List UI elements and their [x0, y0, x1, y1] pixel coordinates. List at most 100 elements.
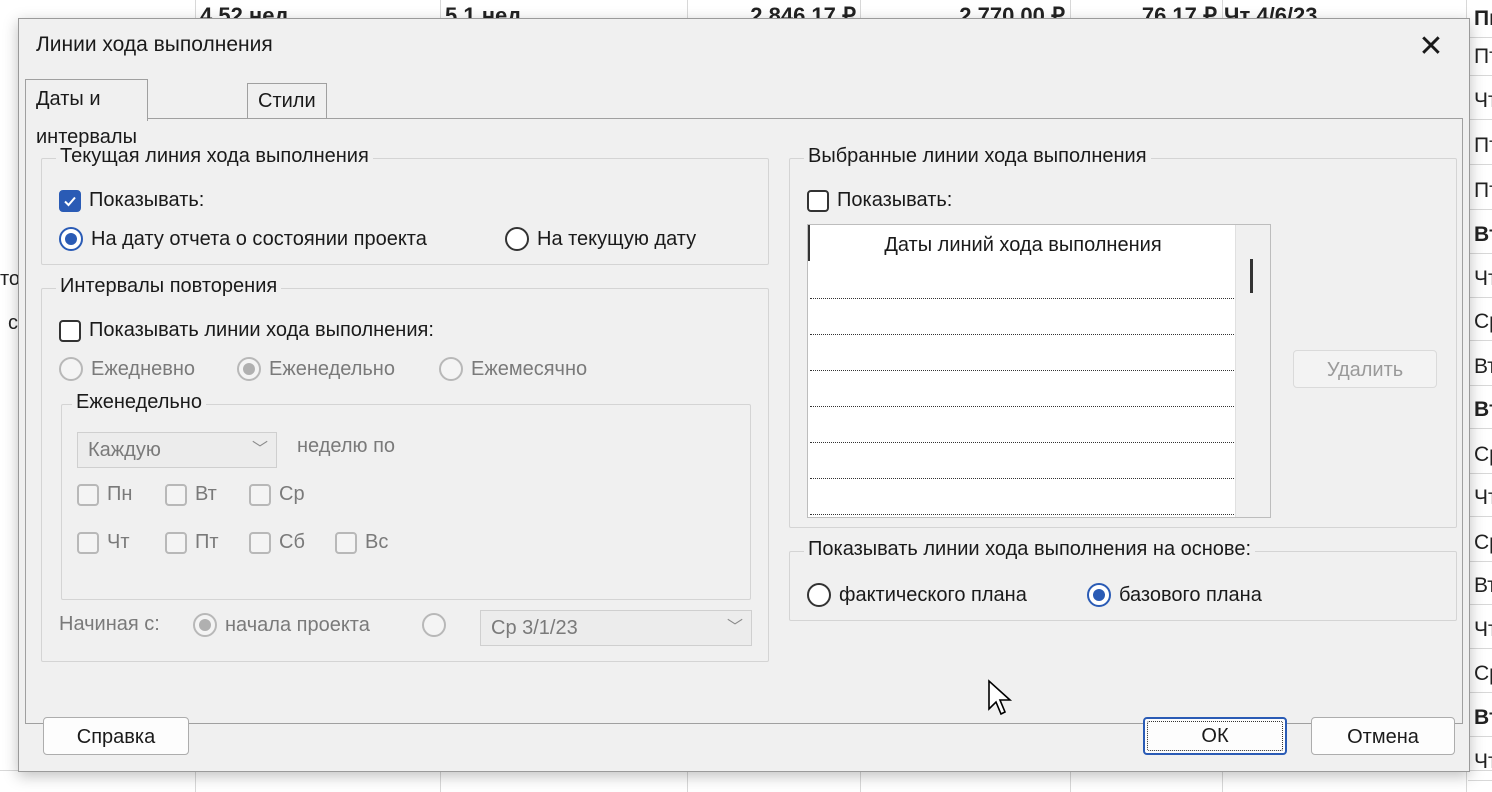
- checkbox-label: Пт: [195, 531, 219, 553]
- group-legend: Выбранные линии хода выполнения: [804, 145, 1151, 168]
- bg-cell: Пт: [1468, 38, 1492, 76]
- delete-button[interactable]: Удалить: [1293, 350, 1437, 388]
- checkbox-box: [165, 483, 187, 506]
- bg-cell: Ср: [1468, 655, 1492, 693]
- recurring-show-checkbox[interactable]: Показывать линии хода выполнения:: [59, 319, 434, 342]
- bg-cell: Пн: [1468, 0, 1492, 38]
- status-date-radio[interactable]: На дату отчета о состоянии проекта: [59, 227, 427, 251]
- baseline-plan-radio[interactable]: базового плана: [1087, 583, 1262, 607]
- grid-header: Даты линий хода выполнения: [808, 225, 1236, 261]
- checkbox-box: [59, 189, 81, 212]
- day-checkbox-thu[interactable]: Чт: [77, 531, 130, 554]
- checkbox-label: Чт: [107, 531, 130, 553]
- checkbox-label: Сб: [279, 531, 305, 553]
- tab-line-styles[interactable]: Стили линий: [247, 83, 327, 146]
- cancel-button[interactable]: Отмена: [1311, 717, 1455, 755]
- checkbox-box: [335, 531, 357, 554]
- bg-cell: Ср: [1468, 303, 1492, 341]
- radio-label: На дату отчета о состоянии проекта: [91, 227, 427, 250]
- progress-line-dates-grid[interactable]: Даты линий хода выполнения: [807, 224, 1271, 518]
- radio-circle: [505, 227, 529, 251]
- radio-label: базового плана: [1119, 583, 1262, 606]
- grid-scrollbar[interactable]: [1235, 225, 1270, 517]
- grid-row[interactable]: [810, 443, 1236, 479]
- bg-cell: Чт: [1468, 82, 1492, 120]
- start-date-picker[interactable]: Ср 3/1/23 ﹀: [480, 610, 752, 646]
- checkbox-label: Показывать:: [837, 189, 953, 211]
- tab-dates-intervals[interactable]: Даты и интервалы: [25, 79, 148, 148]
- focus-ring: [1147, 721, 1283, 751]
- actual-plan-radio[interactable]: фактического плана: [807, 583, 1027, 607]
- day-checkbox-mon[interactable]: Пн: [77, 483, 132, 506]
- date-value: Ср 3/1/23: [491, 617, 578, 639]
- radio-circle: [422, 613, 446, 637]
- radio-label: Ежедневно: [91, 357, 196, 380]
- bg-cell: с: [8, 312, 18, 334]
- radio-circle: [59, 357, 83, 381]
- bg-cell: Вт: [1468, 216, 1492, 254]
- daily-radio[interactable]: Ежедневно: [59, 357, 195, 381]
- checkbox-label: Показывать:: [89, 189, 205, 211]
- radio-label: начала проекта: [225, 613, 370, 636]
- ok-button[interactable]: ОК: [1143, 717, 1287, 755]
- radio-circle: [59, 227, 83, 251]
- selected-lines-show-checkbox[interactable]: Показывать:: [807, 189, 952, 212]
- checkbox-box: [807, 189, 829, 212]
- bg-cell: Ср: [1468, 436, 1492, 474]
- bg-row: [0, 770, 1492, 792]
- dialog-title: Линии хода выполнения: [36, 33, 273, 56]
- checkbox-box: [77, 483, 99, 506]
- bg-cell: Ср: [1468, 524, 1492, 562]
- group-legend: Еженедельно: [72, 391, 206, 414]
- checkbox-label: Показывать линии хода выполнения:: [89, 319, 434, 341]
- scrollbar-thumb[interactable]: [1250, 259, 1253, 293]
- day-checkbox-sun[interactable]: Вс: [335, 531, 388, 554]
- help-button[interactable]: Справка: [43, 717, 189, 755]
- mouse-cursor-icon: [988, 679, 1013, 716]
- bg-cell: Вт: [1468, 348, 1492, 386]
- checkbox-box: [77, 531, 99, 554]
- bg-cell: Чт: [1468, 611, 1492, 649]
- grid-row[interactable]: [810, 299, 1236, 335]
- radio-label: На текущую дату: [537, 227, 697, 250]
- close-icon[interactable]: ✕: [1411, 27, 1451, 67]
- chevron-down-icon: ﹀: [251, 441, 268, 458]
- chevron-down-icon: ﹀: [726, 619, 743, 636]
- checkbox-box: [249, 483, 271, 506]
- group-legend: Показывать линии хода выполнения на осно…: [804, 538, 1255, 561]
- start-project-radio[interactable]: начала проекта: [193, 613, 370, 637]
- day-checkbox-fri[interactable]: Пт: [165, 531, 219, 554]
- day-checkbox-sat[interactable]: Сб: [249, 531, 305, 554]
- every-week-select[interactable]: Каждую ﹀: [77, 432, 277, 468]
- bg-cell: Пт: [1468, 172, 1492, 210]
- select-value: Каждую: [88, 439, 161, 461]
- title-bar: Линии хода выполнения ✕: [19, 19, 1469, 75]
- bg-cell: Чт: [1468, 260, 1492, 298]
- grid-row[interactable]: [810, 263, 1236, 299]
- bg-cell: Вт: [1468, 699, 1492, 737]
- start-date-radio[interactable]: [422, 613, 454, 637]
- week-on-label: неделю по: [297, 435, 396, 457]
- grid-row[interactable]: [810, 407, 1236, 443]
- bg-cell: Вт: [1468, 391, 1492, 429]
- bg-cell: Чт: [1468, 479, 1492, 517]
- day-checkbox-tue[interactable]: Вт: [165, 483, 217, 506]
- grid-row[interactable]: [810, 479, 1236, 515]
- grid-row[interactable]: [810, 335, 1236, 371]
- weekly-radio[interactable]: Еженедельно: [237, 357, 395, 381]
- current-line-show-checkbox[interactable]: Показывать:: [59, 189, 204, 212]
- checkbox-box: [59, 319, 81, 342]
- radio-circle: [237, 357, 261, 381]
- bg-cell: Пт: [1468, 127, 1492, 165]
- progress-lines-dialog: Линии хода выполнения ✕ Даты и интервалы…: [18, 18, 1470, 772]
- radio-label: фактического плана: [839, 583, 1027, 606]
- radio-label: Ежемесячно: [471, 357, 588, 380]
- grid-row[interactable]: [810, 371, 1236, 407]
- current-date-radio[interactable]: На текущую дату: [505, 227, 696, 251]
- checkbox-label: Ср: [279, 483, 305, 505]
- monthly-radio[interactable]: Ежемесячно: [439, 357, 587, 381]
- radio-circle: [193, 613, 217, 637]
- radio-circle: [439, 357, 463, 381]
- radio-circle: [807, 583, 831, 607]
- day-checkbox-wed[interactable]: Ср: [249, 483, 305, 506]
